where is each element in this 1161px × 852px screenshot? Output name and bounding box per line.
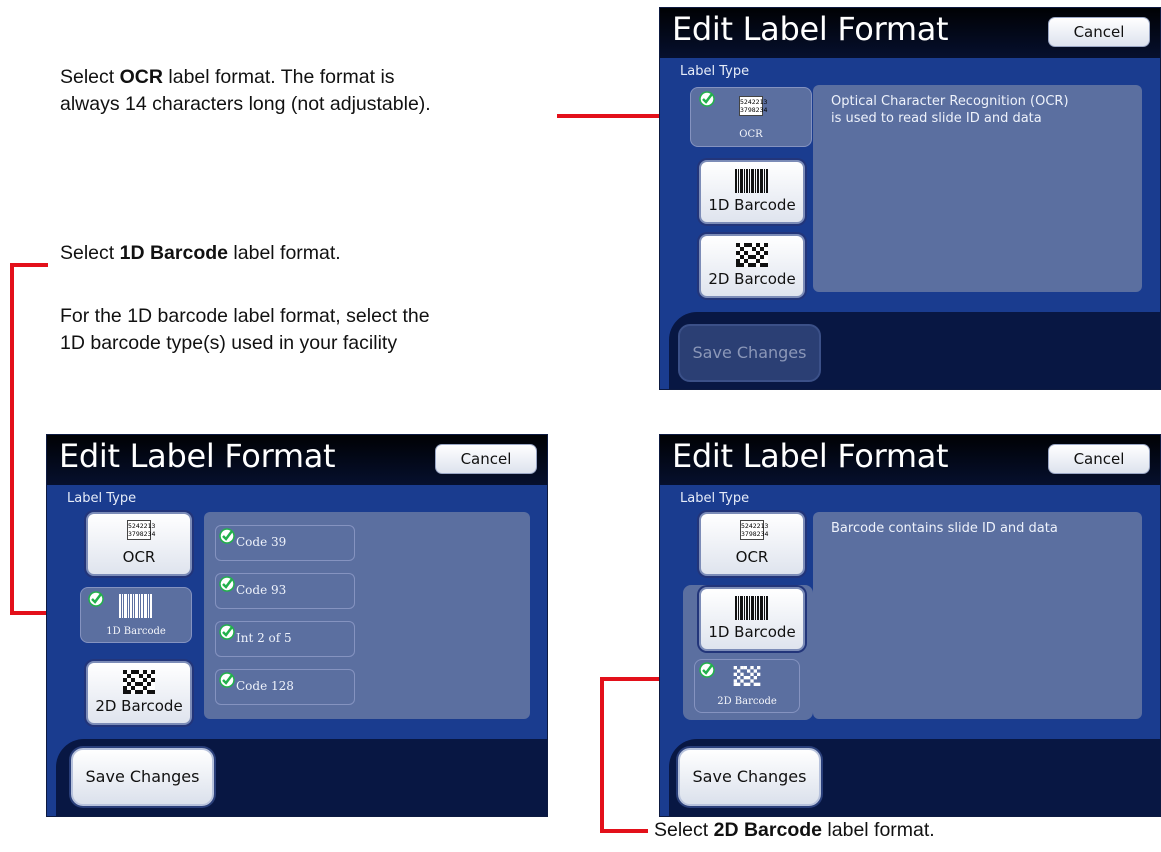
check-icon — [219, 624, 235, 640]
page-title: Edit Label Format — [672, 437, 949, 475]
description-area: Optical Character Recognition (OCR) is u… — [813, 85, 1142, 292]
int-2-of-5-label: Int 2 of 5 — [236, 631, 292, 645]
int-2-of-5-toggle[interactable]: Int 2 of 5 — [215, 621, 355, 657]
1d-barcode-button-selected[interactable]: 1D Barcode — [80, 587, 192, 643]
callout-line-2d-vertical — [600, 677, 604, 833]
check-icon — [219, 576, 235, 592]
code-93-label: Code 93 — [236, 583, 287, 597]
check-icon — [88, 591, 104, 607]
save-changes-button[interactable]: Save Changes — [678, 748, 821, 806]
2d-barcode-label: 2D Barcode — [95, 697, 183, 715]
code-39-toggle[interactable]: Code 39 — [215, 525, 355, 561]
code-128-label: Code 128 — [236, 679, 294, 693]
label-type-heading: Label Type — [67, 491, 137, 506]
check-icon — [699, 662, 715, 678]
callout-line-1d-vertical — [10, 263, 14, 614]
callout-line-1d-top — [10, 263, 48, 267]
1d-barcode-button[interactable]: 1D Barcode — [699, 587, 805, 651]
barcode-1d-icon — [735, 169, 769, 193]
ocr-button-selected[interactable]: 5242213 3798234 OCR — [690, 87, 812, 147]
save-changes-button[interactable]: Save Changes — [678, 324, 821, 382]
code-128-toggle[interactable]: Code 128 — [215, 669, 355, 705]
label-type-heading: Label Type — [680, 491, 750, 506]
2d-description: Barcode contains slide ID and data — [831, 521, 1058, 536]
caption-2d-barcode: Select 2D Barcode label format. — [654, 819, 935, 841]
caption-1d-barcode-note: For the 1D barcode label format, select … — [60, 305, 430, 354]
code-39-label: Code 39 — [236, 535, 287, 549]
ocr-button-label: OCR — [739, 129, 763, 140]
page-title: Edit Label Format — [672, 10, 949, 48]
ocr-button[interactable]: 5242213 3798234 OCR — [86, 512, 192, 576]
1d-barcode-label: 1D Barcode — [106, 626, 166, 637]
2d-barcode-button-selected[interactable]: 2D Barcode — [694, 659, 800, 713]
1d-barcode-label: 1D Barcode — [708, 623, 796, 641]
barcode-1d-icon — [119, 594, 153, 618]
cancel-button[interactable]: Cancel — [435, 444, 537, 474]
caption-ocr: Select OCR label format. The format is a… — [60, 66, 431, 115]
ocr-icon: 5242213 3798234 — [127, 520, 156, 540]
cancel-button[interactable]: Cancel — [1048, 17, 1150, 47]
ocr-description: Optical Character Recognition (OCR) is u… — [831, 94, 1069, 126]
2d-barcode-label: 2D Barcode — [708, 270, 796, 288]
callout-line-2d-bottom — [600, 829, 648, 833]
screen-2d-barcode: Edit Label Format Cancel Label Type Barc… — [659, 434, 1161, 817]
ocr-button[interactable]: 5242213 3798234 OCR — [699, 512, 805, 576]
screen-ocr: Edit Label Format Cancel Label Type Opti… — [659, 7, 1161, 390]
check-icon — [219, 528, 235, 544]
barcode-2d-icon — [733, 666, 761, 686]
2d-barcode-button[interactable]: 2D Barcode — [86, 661, 192, 725]
1d-barcode-button[interactable]: 1D Barcode — [699, 160, 805, 224]
2d-barcode-button[interactable]: 2D Barcode — [699, 234, 805, 298]
label-type-heading: Label Type — [680, 64, 750, 79]
2d-barcode-label: 2D Barcode — [717, 696, 777, 707]
ocr-icon: 5242213 3798234 — [740, 520, 769, 540]
screen-1d-barcode: Edit Label Format Cancel Label Type 5242… — [46, 434, 548, 817]
page-title: Edit Label Format — [59, 437, 336, 475]
description-area: Barcode contains slide ID and data — [813, 512, 1142, 719]
code-93-toggle[interactable]: Code 93 — [215, 573, 355, 609]
1d-barcode-label: 1D Barcode — [708, 196, 796, 214]
check-icon — [699, 91, 715, 107]
caption-1d-barcode: Select 1D Barcode label format. — [60, 242, 341, 264]
ocr-button-label: OCR — [735, 548, 769, 566]
barcode-2d-icon — [123, 670, 155, 694]
ocr-button-label: OCR — [122, 548, 156, 566]
barcode-2d-icon — [736, 243, 768, 267]
save-changes-button[interactable]: Save Changes — [71, 748, 214, 806]
ocr-icon: 5242213 3798234 — [739, 96, 768, 116]
barcode-1d-icon — [735, 596, 769, 620]
cancel-button[interactable]: Cancel — [1048, 444, 1150, 474]
check-icon — [219, 672, 235, 688]
